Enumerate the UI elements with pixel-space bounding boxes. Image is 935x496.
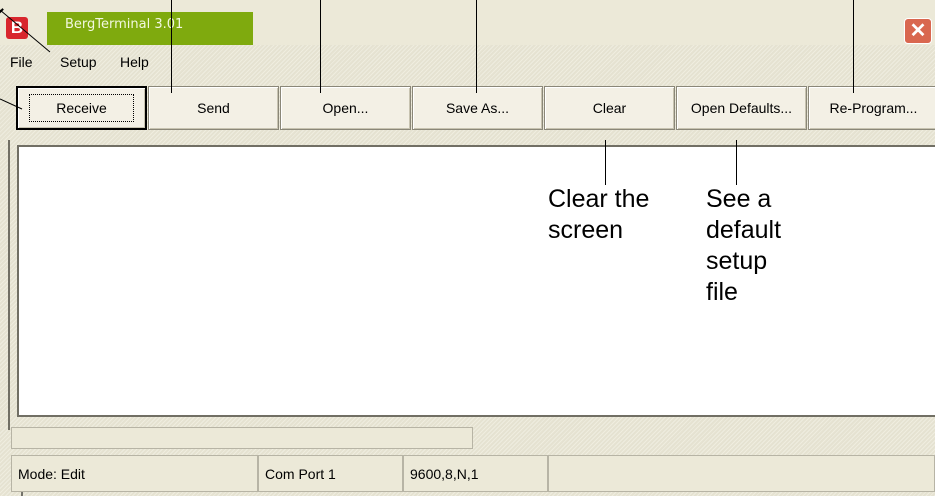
- callout-diagonals: [0, 9, 51, 496]
- status-mode: Mode: Edit: [11, 455, 258, 492]
- status-settings: 9600,8,N,1: [403, 455, 548, 492]
- status-empty: [548, 455, 935, 492]
- progress-bar: [11, 427, 473, 449]
- status-port: Com Port 1: [258, 455, 403, 492]
